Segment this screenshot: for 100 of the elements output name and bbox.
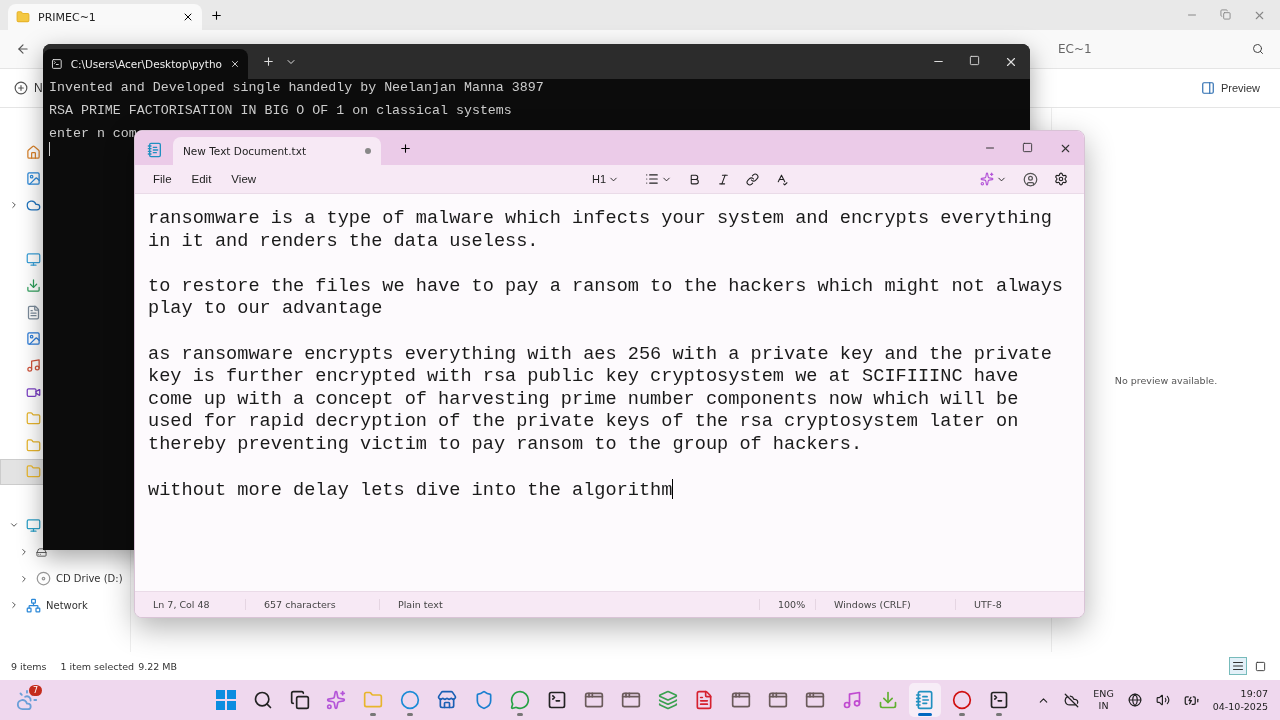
network-icon bbox=[26, 597, 41, 613]
weather-button[interactable]: 7 bbox=[12, 685, 42, 715]
terminal-line: RSA PRIME FACTORISATION IN BIG O OF 1 on classical systems bbox=[49, 106, 513, 116]
language-indicator[interactable]: ENG IN bbox=[1093, 688, 1114, 712]
settings-icon bbox=[1054, 172, 1068, 186]
folder-icon bbox=[26, 437, 41, 453]
menu-item[interactable]: View bbox=[223, 171, 265, 187]
paragraph: ransomware is a type of malware which infects your system and encrypts everything in it and renders the data useless. bbox=[148, 208, 1053, 254]
folder-icon bbox=[16, 10, 30, 24]
torrent-icon bbox=[878, 690, 899, 710]
app-icon bbox=[767, 690, 788, 710]
taskview-icon bbox=[289, 690, 310, 710]
cd-icon bbox=[36, 571, 51, 587]
terminal-tab[interactable]: C:\Users\Acer\Desktop\pytho bbox=[43, 49, 248, 79]
sidebar-label: Network bbox=[46, 599, 88, 611]
sidebar-item[interactable]: Network bbox=[0, 591, 92, 619]
new-tab-icon[interactable] bbox=[399, 141, 412, 155]
record-icon bbox=[951, 690, 972, 710]
bold-icon bbox=[688, 172, 702, 186]
folder-icon bbox=[26, 411, 41, 427]
document-tab[interactable]: New Text Document.txt bbox=[173, 137, 381, 165]
sidebar-item[interactable] bbox=[0, 458, 45, 486]
character-count: 657 characters bbox=[245, 599, 379, 610]
cloud-icon bbox=[26, 198, 41, 213]
terminal-line: Invented and Developed single handedly by Neelanjan Manna 3897 bbox=[49, 83, 545, 93]
close-icon[interactable] bbox=[230, 58, 240, 70]
terminal-line: enter n com bbox=[49, 129, 138, 139]
paragraph: as ransomware encrypts everything with aes 256 with a private key and the private key is further encrypted with rsa public key cryptosystem we at SCIFIIINC have come up with a concept of harvesting prime number components now which will be used for rapid decryption of the private keys of the rsa cryptosystem later on thereby preventing victim to pay ransom to the group of hackers. bbox=[148, 343, 1053, 457]
explorer-tab[interactable]: PRIMEC~1 bbox=[8, 4, 202, 30]
notification-badge: 7 bbox=[28, 685, 42, 696]
sparkles-icon bbox=[980, 172, 994, 186]
app-icon bbox=[731, 690, 752, 710]
chat-icon bbox=[510, 690, 531, 710]
back-icon[interactable] bbox=[16, 42, 30, 56]
user-icon bbox=[1023, 171, 1038, 187]
running-indicator bbox=[995, 713, 1002, 716]
globe-icon[interactable] bbox=[1127, 693, 1142, 707]
paragraph: to restore the files we have to pay a ransom to the hackers which might not always play to our advantage bbox=[148, 275, 1064, 321]
chevron-right-icon[interactable] bbox=[9, 600, 19, 611]
home-icon bbox=[26, 144, 41, 160]
music-icon bbox=[26, 357, 41, 373]
app-icon bbox=[804, 690, 825, 710]
folder-icon bbox=[363, 690, 384, 710]
list-icon bbox=[645, 172, 660, 186]
music-icon bbox=[841, 690, 862, 710]
office-icon bbox=[694, 690, 715, 710]
notepad-icon bbox=[915, 690, 936, 710]
windows-logo-icon bbox=[216, 690, 236, 710]
menu-item[interactable]: Edit bbox=[183, 171, 220, 187]
address-text: EC~1 bbox=[1058, 42, 1092, 56]
console-icon bbox=[547, 690, 568, 710]
spellcheck-icon bbox=[775, 172, 789, 186]
item-count: 9 items bbox=[11, 660, 47, 672]
new-tab-icon[interactable] bbox=[262, 55, 275, 68]
cloud-off-icon[interactable] bbox=[1064, 692, 1080, 708]
plus-icon bbox=[14, 81, 28, 95]
text-cursor bbox=[672, 479, 674, 500]
sidebar-label: CD Drive (D:) bbox=[56, 573, 123, 585]
panel-icon bbox=[1200, 81, 1215, 95]
menu-item[interactable]: File bbox=[145, 171, 180, 187]
running-indicator bbox=[958, 713, 965, 716]
italic-icon bbox=[717, 172, 731, 186]
selection-size: 9.22 MB bbox=[138, 660, 178, 672]
documents-icon bbox=[26, 304, 41, 320]
layers-icon bbox=[657, 690, 678, 710]
clock[interactable]: 19:07 04-10-2025 bbox=[1212, 687, 1268, 713]
chevron-right-icon[interactable] bbox=[19, 547, 29, 557]
encoding: UTF-8 bbox=[955, 599, 1075, 610]
terminal-cursor bbox=[49, 142, 50, 156]
paragraph: without more delay lets dive into the algorithm bbox=[148, 479, 675, 503]
terminal-icon bbox=[51, 57, 63, 71]
browser-icon bbox=[400, 690, 420, 710]
chevron-right-icon[interactable] bbox=[19, 573, 29, 584]
console-icon bbox=[988, 690, 1009, 710]
heading-dropdown[interactable]: H1 bbox=[586, 171, 626, 187]
maximize-icon[interactable] bbox=[1022, 141, 1033, 153]
notepad-icon bbox=[147, 142, 163, 158]
chevron-right-icon[interactable] bbox=[9, 200, 19, 211]
folder-icon bbox=[26, 464, 41, 480]
running-indicator bbox=[370, 713, 377, 716]
search-icon[interactable] bbox=[1252, 43, 1264, 55]
link-icon bbox=[746, 172, 760, 186]
details-view-button[interactable] bbox=[1229, 657, 1247, 675]
running-indicator bbox=[407, 713, 413, 716]
pc-icon bbox=[26, 517, 41, 533]
running-indicator bbox=[918, 713, 933, 716]
desktop-icon bbox=[26, 251, 41, 267]
close-icon[interactable] bbox=[182, 11, 194, 23]
no-preview-text: No preview available. bbox=[1114, 374, 1218, 386]
square-icon bbox=[1254, 660, 1266, 672]
gallery-icon bbox=[26, 171, 41, 187]
sidebar-item[interactable]: CD Drive (D:) bbox=[0, 565, 127, 592]
new-button[interactable]: N bbox=[14, 81, 43, 95]
speaker-icon[interactable] bbox=[1155, 693, 1170, 707]
preview-button[interactable]: Preview bbox=[1194, 80, 1266, 96]
app-icon bbox=[583, 690, 604, 710]
lines-icon bbox=[1232, 660, 1244, 672]
new-tab-icon[interactable] bbox=[210, 8, 223, 22]
cursor-position: Ln 7, Col 48 bbox=[152, 599, 211, 610]
selection-info: 1 item selected bbox=[60, 660, 135, 672]
